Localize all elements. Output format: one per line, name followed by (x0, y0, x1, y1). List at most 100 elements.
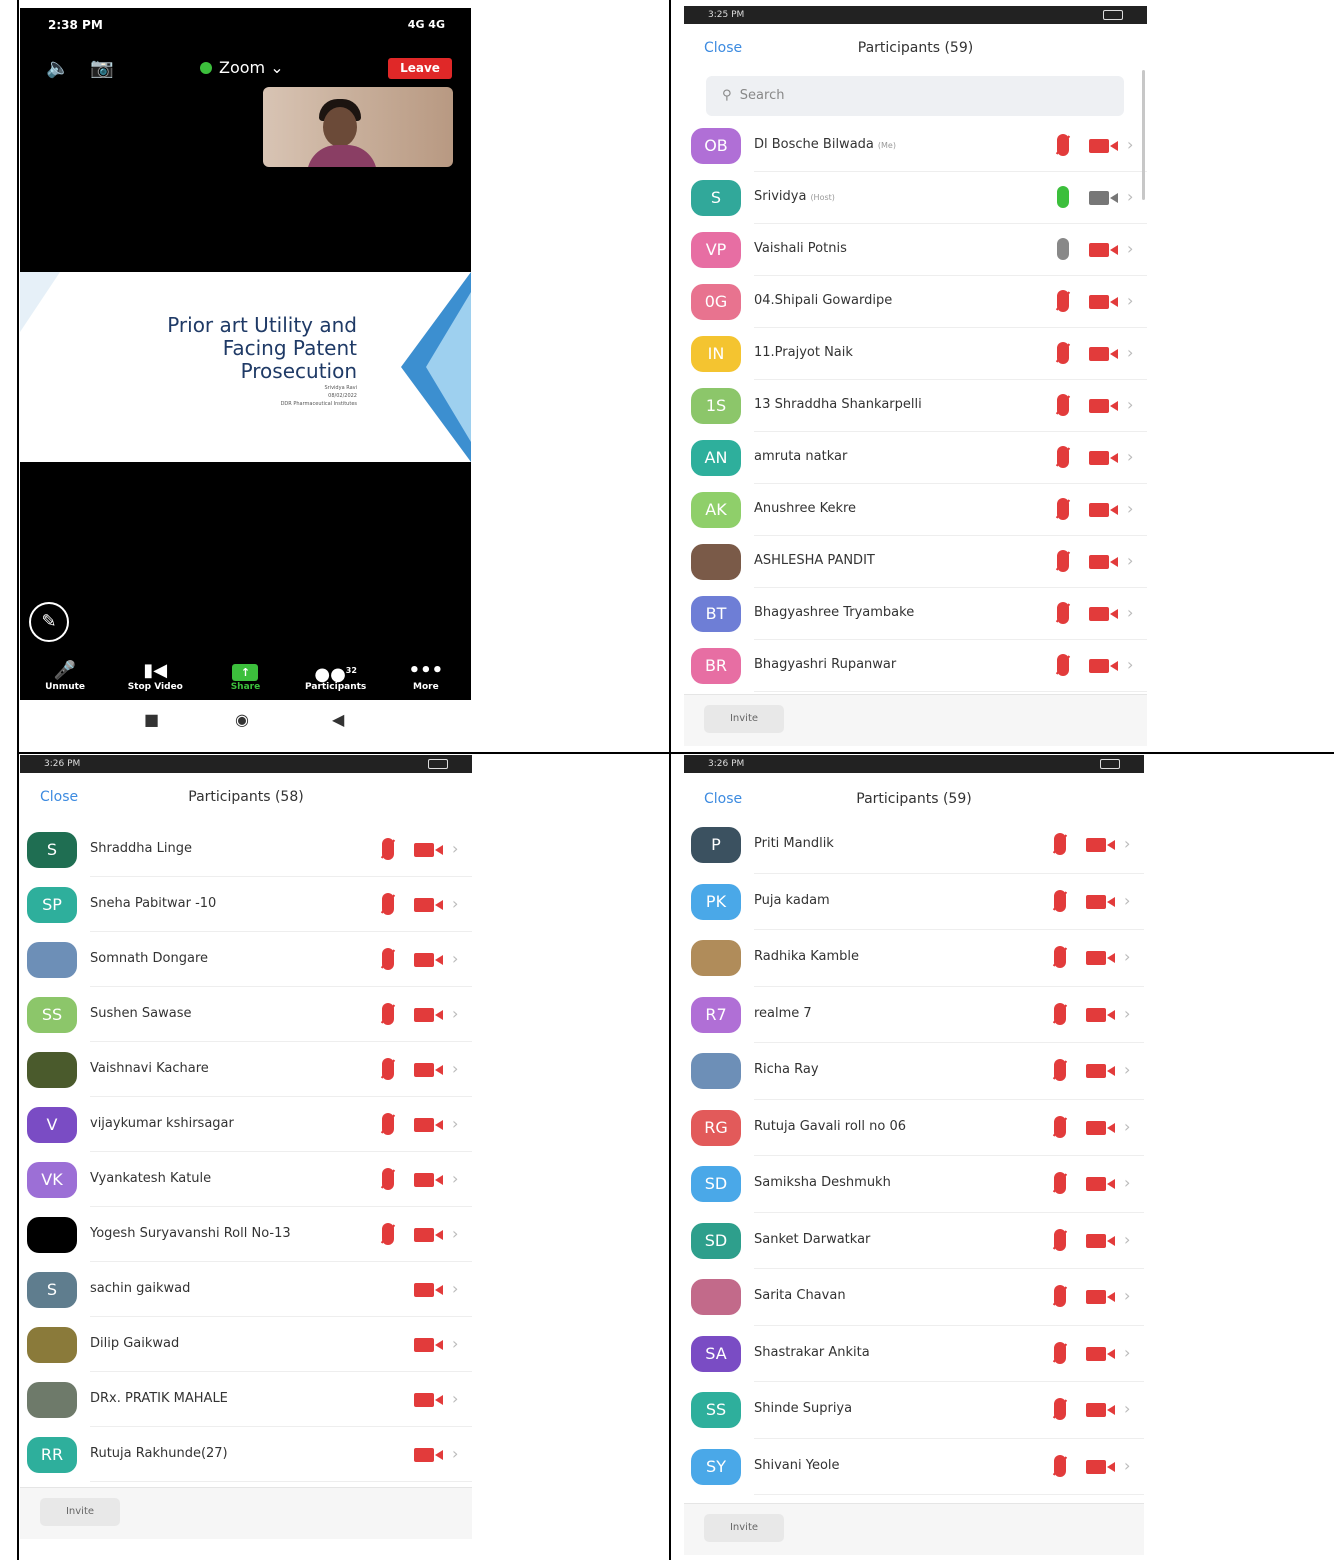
mic-muted-icon (382, 892, 394, 915)
participant-row[interactable]: SS Sushen Sawase › (20, 987, 472, 1042)
participant-row[interactable]: 1S 13 Shraddha Shankarpelli › (684, 380, 1147, 432)
share-button[interactable]: ↑ Share (205, 660, 285, 698)
status-bar: 3:25 PM (684, 6, 1147, 24)
recents-icon[interactable]: ■ (144, 710, 159, 729)
chevron-right-icon: › (1124, 1399, 1131, 1419)
video-off-icon (414, 896, 444, 914)
switch-camera-icon[interactable]: 📷 (90, 56, 114, 79)
chevron-right-icon: › (1124, 1116, 1131, 1136)
participant-row[interactable]: BT Bhagyashree Tryambake › (684, 588, 1147, 640)
avatar: P (691, 827, 741, 864)
participant-name: Shinde Supriya (754, 1401, 853, 1417)
video-off-icon (414, 841, 444, 859)
avatar: OB (691, 128, 741, 164)
meeting-title[interactable]: Zoom ⌄ (200, 58, 284, 77)
participant-row[interactable]: AN amruta natkar › (684, 432, 1147, 484)
chevron-right-icon: › (452, 948, 459, 968)
participant-row[interactable]: VK Vyankatesh Katule › (20, 1152, 472, 1207)
participant-name: ASHLESHA PANDIT (754, 553, 875, 568)
participant-name: Sarita Chavan (754, 1288, 846, 1304)
video-off-icon (414, 1391, 444, 1409)
participant-name: Bhagyashree Tryambake (754, 605, 915, 620)
participant-name: Sanket Darwatkar (754, 1231, 871, 1247)
participant-row[interactable]: Ssachin gaikwad › (20, 1262, 472, 1317)
scrollbar[interactable] (1142, 70, 1145, 200)
unmute-button[interactable]: 🎤 Unmute (25, 660, 105, 698)
annotate-pencil-icon[interactable]: ✎ (29, 602, 69, 642)
participants-button[interactable]: ●●32 Participants (296, 660, 376, 698)
participant-name: DRx. PRATIK MAHALE (90, 1390, 228, 1406)
chevron-right-icon: › (1124, 834, 1131, 854)
invite-button[interactable]: Invite (40, 1498, 120, 1526)
chevron-right-icon: › (1124, 1060, 1131, 1080)
role-tag: (Me) (877, 141, 896, 150)
participant-row[interactable]: SP Sneha Pabitwar -10 › (20, 877, 472, 932)
participant-row[interactable]: Somnath Dongare › (20, 932, 472, 987)
video-off-icon (414, 1336, 444, 1354)
slide-subtitle: Srividya Ravi 08/02/2022 DDR Pharmaceuti… (280, 385, 357, 407)
participant-row[interactable]: R7 realme 7 › (684, 987, 1144, 1043)
mic-muted-icon (1057, 602, 1069, 624)
participant-row[interactable]: S Shraddha Linge › (20, 822, 472, 877)
shared-slide: Prior art Utility and Facing Patent Pros… (20, 272, 471, 462)
video-off-icon (1086, 1119, 1116, 1137)
chevron-right-icon: › (1124, 1229, 1131, 1249)
chevron-right-icon: › (452, 1443, 459, 1463)
participant-row[interactable]: 0G 04.Shipali Gowardipe › (684, 276, 1147, 328)
invite-button[interactable]: Invite (704, 705, 784, 733)
chevron-right-icon: › (452, 1388, 459, 1408)
avatar-photo (691, 1053, 741, 1090)
participant-row[interactable]: Sarita Chavan › (684, 1269, 1144, 1326)
back-icon[interactable]: ◀ (332, 710, 344, 729)
participant-name: Vaishali Potnis (754, 241, 847, 256)
participant-row[interactable]: Vvijaykumar kshirsagar › (20, 1097, 472, 1152)
participant-row[interactable]: S Srividya (Host) › (684, 172, 1147, 224)
participant-row[interactable]: BR Bhagyashri Rupanwar › (684, 640, 1147, 692)
speaker-icon[interactable]: 🔈 (46, 56, 70, 79)
participant-row[interactable]: Dilip Gaikwad › (20, 1317, 472, 1372)
more-button[interactable]: ••• More (386, 660, 466, 698)
self-video-thumbnail[interactable] (263, 87, 453, 167)
video-off-icon (1086, 1345, 1116, 1363)
home-icon[interactable]: ◉ (235, 710, 249, 729)
participant-row[interactable]: ASHLESHA PANDIT › (684, 536, 1147, 588)
participant-row[interactable]: SD Samiksha Deshmukh › (684, 1156, 1144, 1213)
participant-row[interactable]: Yogesh Suryavanshi Roll No-13 › (20, 1207, 472, 1262)
more-dots-icon: ••• (408, 660, 444, 681)
participant-row[interactable]: SY Shivani Yeole › (684, 1439, 1144, 1495)
status-icons: 4G 4G (407, 18, 445, 31)
participant-row[interactable]: IN 11.Prajyot Naik › (684, 328, 1147, 380)
avatar: 1S (691, 388, 741, 424)
participant-row[interactable]: RR Rutuja Rakhunde(27) › (20, 1427, 472, 1482)
zoom-meeting-screen: 2:38 PM 4G 4G 🔈 📷 Zoom ⌄ Leave Prior art… (20, 8, 471, 744)
participant-row[interactable]: Vaishnavi Kachare › (20, 1042, 472, 1097)
invite-button[interactable]: Invite (704, 1514, 784, 1542)
participant-row[interactable]: Richa Ray › (684, 1043, 1144, 1100)
mic-muted-icon (1057, 446, 1069, 468)
participant-row[interactable]: AK Anushree Kekre › (684, 484, 1147, 536)
participant-row[interactable]: SD Sanket Darwatkar › (684, 1213, 1144, 1269)
participant-row[interactable]: VP Vaishali Potnis › (684, 224, 1147, 276)
participant-row[interactable]: Radhika Kamble › (684, 930, 1144, 987)
chevron-right-icon: › (1127, 655, 1134, 674)
avatar-photo (27, 941, 77, 978)
chevron-right-icon: › (1127, 551, 1134, 570)
participant-row[interactable]: OB Dl Bosche Bilwada (Me) › (684, 120, 1147, 172)
meeting-toolbar: 🎤 Unmute ▮◀ Stop Video ↑ Share ●●32 Part… (20, 660, 471, 698)
mic-muted-icon (1054, 1172, 1066, 1195)
video-off-icon (1089, 449, 1119, 467)
participant-row[interactable]: P Priti Mandlik › (684, 817, 1144, 874)
avatar: AK (691, 492, 741, 528)
participant-row[interactable]: RG Rutuja Gavali roll no 06 › (684, 1100, 1144, 1156)
participant-row[interactable]: PK Puja kadam › (684, 874, 1144, 930)
search-input[interactable]: ⚲ Search (706, 76, 1124, 116)
mic-muted-icon (382, 947, 394, 970)
leave-button[interactable]: Leave (388, 58, 452, 79)
stop-video-button[interactable]: ▮◀ Stop Video (115, 660, 195, 698)
participant-row[interactable]: SA Shastrakar Ankita › (684, 1326, 1144, 1382)
video-off-icon (1089, 241, 1119, 259)
video-off-icon (1086, 1006, 1116, 1024)
participant-row[interactable]: DRx. PRATIK MAHALE › (20, 1372, 472, 1427)
participant-row[interactable]: SS Shinde Supriya › (684, 1382, 1144, 1439)
role-tag: (Host) (810, 193, 835, 202)
